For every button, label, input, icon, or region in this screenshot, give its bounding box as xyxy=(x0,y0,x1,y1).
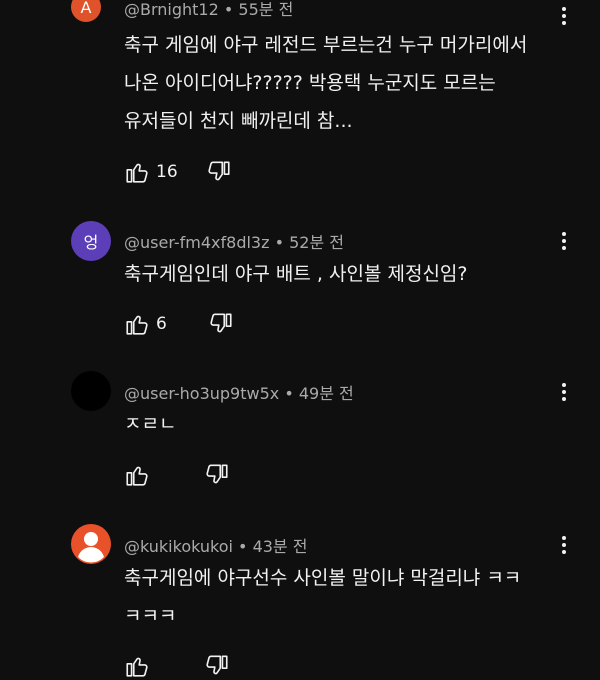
thumbs-up-icon[interactable] xyxy=(124,653,150,679)
comment-meta: @user-ho3up9tw5x • 49분 전 xyxy=(124,380,354,404)
thumbs-up-icon[interactable] xyxy=(124,159,150,185)
like-count: 6 xyxy=(156,314,167,334)
comment-actions xyxy=(124,653,230,679)
more-options-icon[interactable] xyxy=(552,229,576,253)
comment-actions xyxy=(124,462,230,488)
avatar[interactable] xyxy=(71,371,111,411)
comment-actions: 16 xyxy=(124,159,232,185)
thumbs-down-icon[interactable] xyxy=(204,462,230,488)
comment-actions: 6 xyxy=(124,311,234,337)
comment-text: 축구게임에 야구선수 사인볼 말이냐 막걸리냐 ㅋㅋ ㅋㅋㅋ xyxy=(124,567,522,627)
comment-meta: @kukikokukoi • 43분 전 xyxy=(124,533,307,557)
thumbs-up-icon[interactable] xyxy=(124,311,150,337)
like-count: 16 xyxy=(156,162,178,182)
thumbs-down-icon[interactable] xyxy=(204,653,230,679)
avatar[interactable]: 엉 xyxy=(71,221,111,261)
comment-author[interactable]: @kukikokukoi xyxy=(124,537,233,556)
thumbs-down-icon[interactable] xyxy=(206,159,232,185)
comment-text: ㅈㄹㄴ xyxy=(124,413,177,435)
comment-time[interactable]: 52분 전 xyxy=(289,233,344,252)
comment-author[interactable]: @user-ho3up9tw5x xyxy=(124,384,279,403)
avatar[interactable] xyxy=(71,524,111,564)
meta-separator: • xyxy=(218,0,239,19)
avatar-letter: A xyxy=(80,0,92,17)
comment-time[interactable]: 43분 전 xyxy=(253,537,308,556)
more-options-icon[interactable] xyxy=(552,4,576,28)
comment-author[interactable]: @user-fm4xf8dl3z xyxy=(124,233,270,252)
comment-text: 축구 게임에 야구 레전드 부르는건 누구 머가리에서 나온 아이디어냐????… xyxy=(124,34,528,132)
comment-text: 축구게임인데 야구 배트 , 사인볼 제정신임? xyxy=(124,263,468,285)
more-options-icon[interactable] xyxy=(552,380,576,404)
avatar-letter: 엉 xyxy=(83,233,99,252)
default-user-icon xyxy=(78,532,104,563)
comment-time[interactable]: 55분 전 xyxy=(238,0,293,19)
comment-time[interactable]: 49분 전 xyxy=(299,384,354,403)
meta-separator: • xyxy=(232,537,253,556)
comment-author[interactable]: @Brnight12 xyxy=(124,0,219,19)
thumbs-down-icon[interactable] xyxy=(208,311,234,337)
comment-meta: @user-fm4xf8dl3z • 52분 전 xyxy=(124,229,344,253)
comment-meta: @Brnight12 • 55분 전 xyxy=(124,0,293,20)
more-options-icon[interactable] xyxy=(552,533,576,557)
avatar[interactable]: A xyxy=(71,0,101,22)
thumbs-up-icon[interactable] xyxy=(124,462,150,488)
meta-separator: • xyxy=(269,233,290,252)
meta-separator: • xyxy=(279,384,299,403)
